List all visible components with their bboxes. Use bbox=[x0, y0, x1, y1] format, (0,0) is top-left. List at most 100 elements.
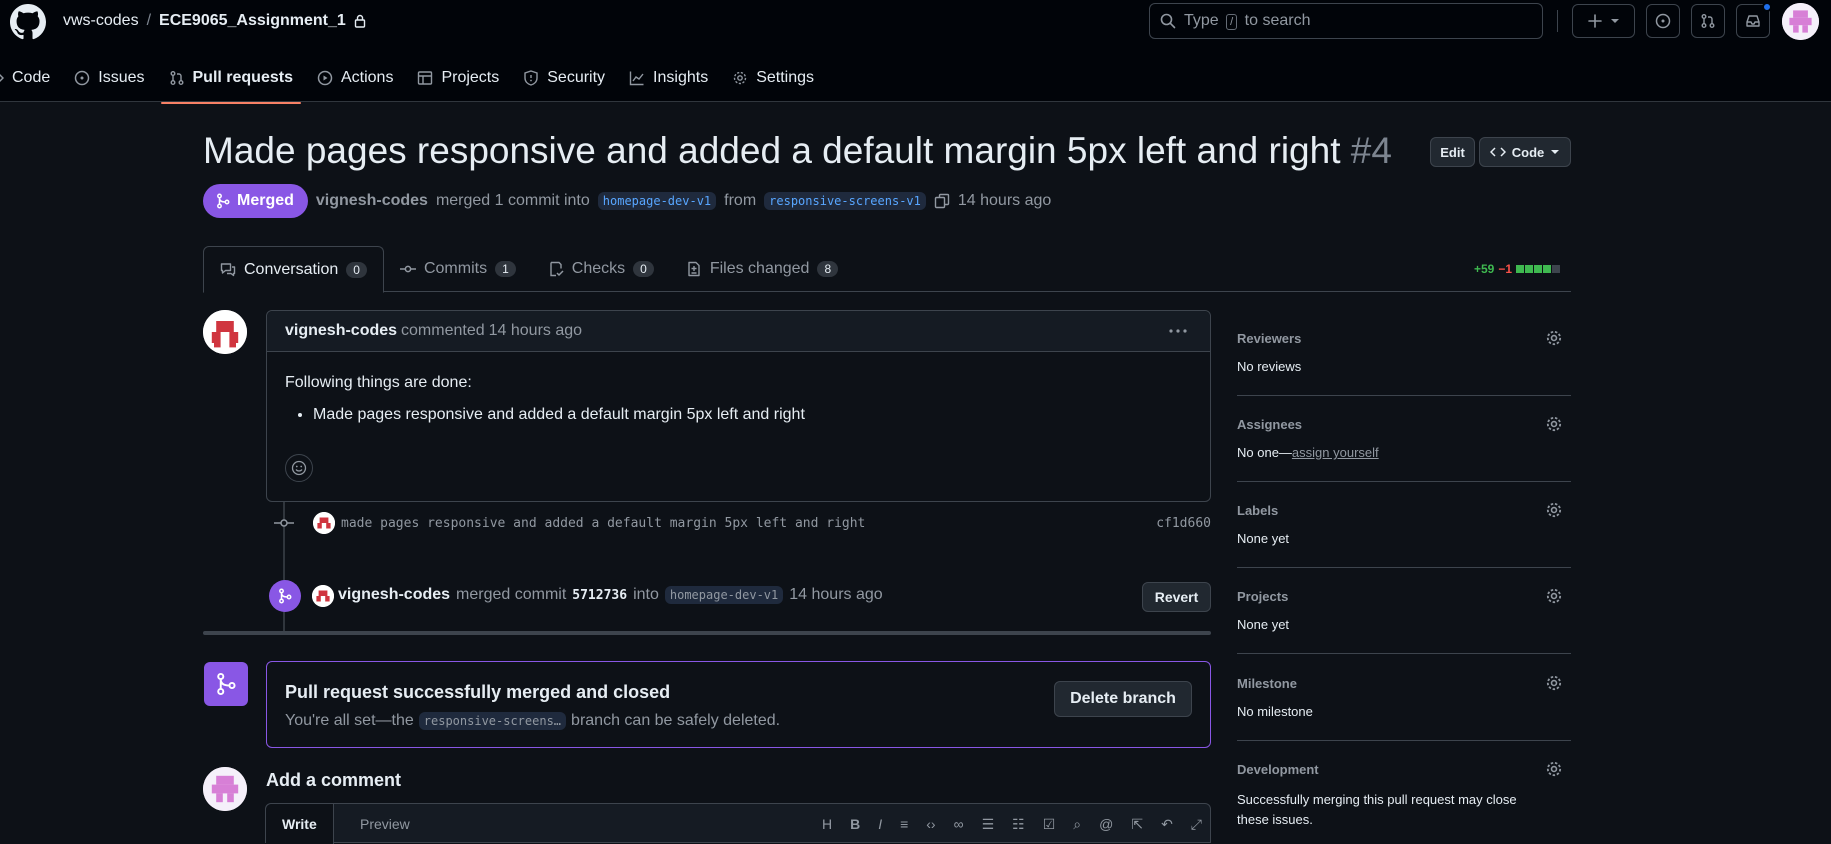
user-avatar[interactable] bbox=[1782, 3, 1819, 40]
merge-status-title: Pull request successfully merged and clo… bbox=[285, 682, 671, 702]
search-input[interactable]: Type / to search bbox=[1149, 3, 1543, 39]
merge-event-text: vignesh-codes merged commit 5712736 into… bbox=[338, 586, 883, 604]
sidebar-labels-title[interactable]: Labels bbox=[1237, 503, 1278, 518]
code-button-label: Code bbox=[1511, 144, 1545, 160]
head-branch-link[interactable]: responsive-screens-v1 bbox=[764, 192, 926, 210]
tab-commits[interactable]: Commits 1 bbox=[384, 246, 532, 292]
tab-commits-count: 1 bbox=[495, 261, 516, 277]
tab-checks[interactable]: Checks 0 bbox=[532, 246, 670, 292]
gear-icon[interactable] bbox=[1545, 760, 1563, 778]
code-dropdown-button[interactable]: Code bbox=[1479, 137, 1571, 167]
tab-actions[interactable]: Actions bbox=[305, 66, 405, 90]
gear-icon[interactable] bbox=[1545, 587, 1563, 605]
delete-branch-button[interactable]: Delete branch bbox=[1054, 681, 1192, 717]
search-placeholder: Type / to search bbox=[1184, 12, 1311, 30]
fullscreen-icon[interactable]: ⤢ bbox=[1191, 816, 1202, 833]
breadcrumb-owner[interactable]: vws-codes bbox=[63, 12, 139, 30]
link-icon[interactable]: ∞ bbox=[954, 816, 964, 833]
copy-icon[interactable] bbox=[934, 193, 950, 209]
git-commit-icon bbox=[399, 261, 416, 277]
tab-checks-count: 0 bbox=[633, 261, 654, 277]
commit-message-link[interactable]: made pages responsive and added a defaul… bbox=[341, 516, 865, 531]
tab-insights[interactable]: Insights bbox=[617, 66, 720, 90]
tab-actions-label: Actions bbox=[340, 69, 394, 86]
diffstat-additions: +59 bbox=[1474, 262, 1495, 276]
tab-write[interactable]: Write bbox=[266, 804, 334, 844]
mention-icon[interactable]: @ bbox=[1099, 816, 1113, 833]
reply-icon[interactable]: ↶ bbox=[1161, 816, 1173, 833]
commit-author-avatar[interactable] bbox=[313, 512, 335, 534]
merged-branch-link[interactable]: responsive-screens… bbox=[418, 712, 567, 730]
breadcrumb-repo[interactable]: ECE9065_Assignment_1 bbox=[159, 12, 346, 30]
merge-branch-link[interactable]: homepage-dev-v1 bbox=[664, 586, 784, 604]
smiley-icon bbox=[291, 460, 307, 476]
sidebar-labels: Labels None yet bbox=[1237, 501, 1571, 568]
github-logo-icon[interactable] bbox=[10, 4, 46, 40]
sidebar-projects-title[interactable]: Projects bbox=[1237, 589, 1288, 604]
italic-icon[interactable]: I bbox=[878, 816, 882, 833]
revert-button[interactable]: Revert bbox=[1142, 582, 1211, 612]
code-icon[interactable]: ‹› bbox=[926, 816, 935, 833]
tab-files-changed[interactable]: Files changed 8 bbox=[670, 246, 854, 292]
diffstat-deletions: −1 bbox=[1498, 262, 1513, 276]
tab-settings-label: Settings bbox=[756, 69, 814, 86]
tab-conversation[interactable]: Conversation 0 bbox=[203, 246, 384, 293]
sidebar-reviewers-title[interactable]: Reviewers bbox=[1237, 331, 1301, 346]
unordered-list-icon[interactable]: ☷ bbox=[1012, 816, 1025, 833]
tab-security[interactable]: Security bbox=[511, 66, 617, 90]
add-reaction-button[interactable] bbox=[285, 454, 313, 482]
current-user-avatar[interactable] bbox=[203, 767, 247, 811]
quote-icon[interactable]: ≡ bbox=[900, 816, 908, 833]
tab-preview[interactable]: Preview bbox=[344, 804, 426, 844]
ordered-list-icon[interactable]: ☰ bbox=[982, 816, 995, 833]
base-branch-link[interactable]: homepage-dev-v1 bbox=[597, 192, 717, 210]
tab-code[interactable]: Code bbox=[0, 66, 62, 90]
pr-author-link[interactable]: vignesh-codes bbox=[316, 192, 428, 210]
commit-event: made pages responsive and added a defaul… bbox=[266, 510, 1211, 536]
comment-author-avatar[interactable] bbox=[203, 310, 247, 354]
sidebar-development-title[interactable]: Development bbox=[1237, 762, 1319, 777]
gear-icon[interactable] bbox=[1545, 674, 1563, 692]
tab-settings[interactable]: Settings bbox=[720, 66, 826, 90]
merger-link[interactable]: vignesh-codes bbox=[338, 586, 450, 604]
tab-files-changed-label: Files changed bbox=[709, 260, 810, 277]
tab-insights-label: Insights bbox=[653, 69, 709, 86]
diffstat: +59 −1 bbox=[1474, 262, 1561, 276]
tab-files-changed-count: 8 bbox=[817, 261, 839, 277]
merge-into-text: into bbox=[633, 586, 659, 603]
merge-event: vignesh-codes merged commit 5712736 into… bbox=[266, 578, 1211, 614]
merger-avatar[interactable] bbox=[312, 585, 334, 607]
tab-pull-requests[interactable]: Pull requests bbox=[157, 66, 305, 104]
tab-commits-label: Commits bbox=[423, 260, 488, 277]
bold-icon[interactable]: B bbox=[850, 816, 860, 833]
comment-author-link[interactable]: vignesh-codes bbox=[285, 322, 397, 340]
pull-requests-button[interactable] bbox=[1691, 4, 1725, 38]
gear-icon[interactable] bbox=[1545, 415, 1563, 433]
commit-sha-link[interactable]: cf1d660 bbox=[1156, 516, 1211, 531]
tab-checks-label: Checks bbox=[571, 260, 626, 277]
git-merge-icon bbox=[215, 193, 231, 209]
assign-yourself-link[interactable]: assign yourself bbox=[1292, 445, 1379, 460]
tab-projects-label: Projects bbox=[441, 69, 500, 86]
attach-icon[interactable]: ⌕ bbox=[1073, 816, 1081, 833]
sidebar-assignees-title[interactable]: Assignees bbox=[1237, 417, 1302, 432]
edit-title-button[interactable]: Edit bbox=[1430, 137, 1475, 167]
gear-icon[interactable] bbox=[1545, 329, 1563, 347]
reference-icon[interactable]: ⇱ bbox=[1131, 816, 1143, 833]
create-new-button[interactable] bbox=[1572, 4, 1635, 38]
comment-time[interactable]: 14 hours ago bbox=[489, 322, 582, 340]
comment-body-list: Made pages responsive and added a defaul… bbox=[313, 406, 1192, 424]
issue-opened-icon bbox=[74, 70, 90, 86]
checklist-icon bbox=[548, 261, 564, 277]
kebab-horizontal-icon[interactable] bbox=[1168, 323, 1188, 339]
tab-issues[interactable]: Issues bbox=[62, 66, 156, 90]
sidebar-milestone-title[interactable]: Milestone bbox=[1237, 676, 1297, 691]
merge-commit-sha-link[interactable]: 5712736 bbox=[572, 588, 627, 603]
gear-icon[interactable] bbox=[1545, 501, 1563, 519]
merge-event-action: merged commit bbox=[456, 586, 567, 603]
task-list-icon[interactable]: ☑ bbox=[1043, 816, 1056, 833]
heading-icon[interactable]: H bbox=[822, 816, 832, 833]
merge-event-time[interactable]: 14 hours ago bbox=[789, 586, 882, 604]
issues-button[interactable] bbox=[1646, 4, 1680, 38]
tab-projects[interactable]: Projects bbox=[405, 66, 511, 90]
